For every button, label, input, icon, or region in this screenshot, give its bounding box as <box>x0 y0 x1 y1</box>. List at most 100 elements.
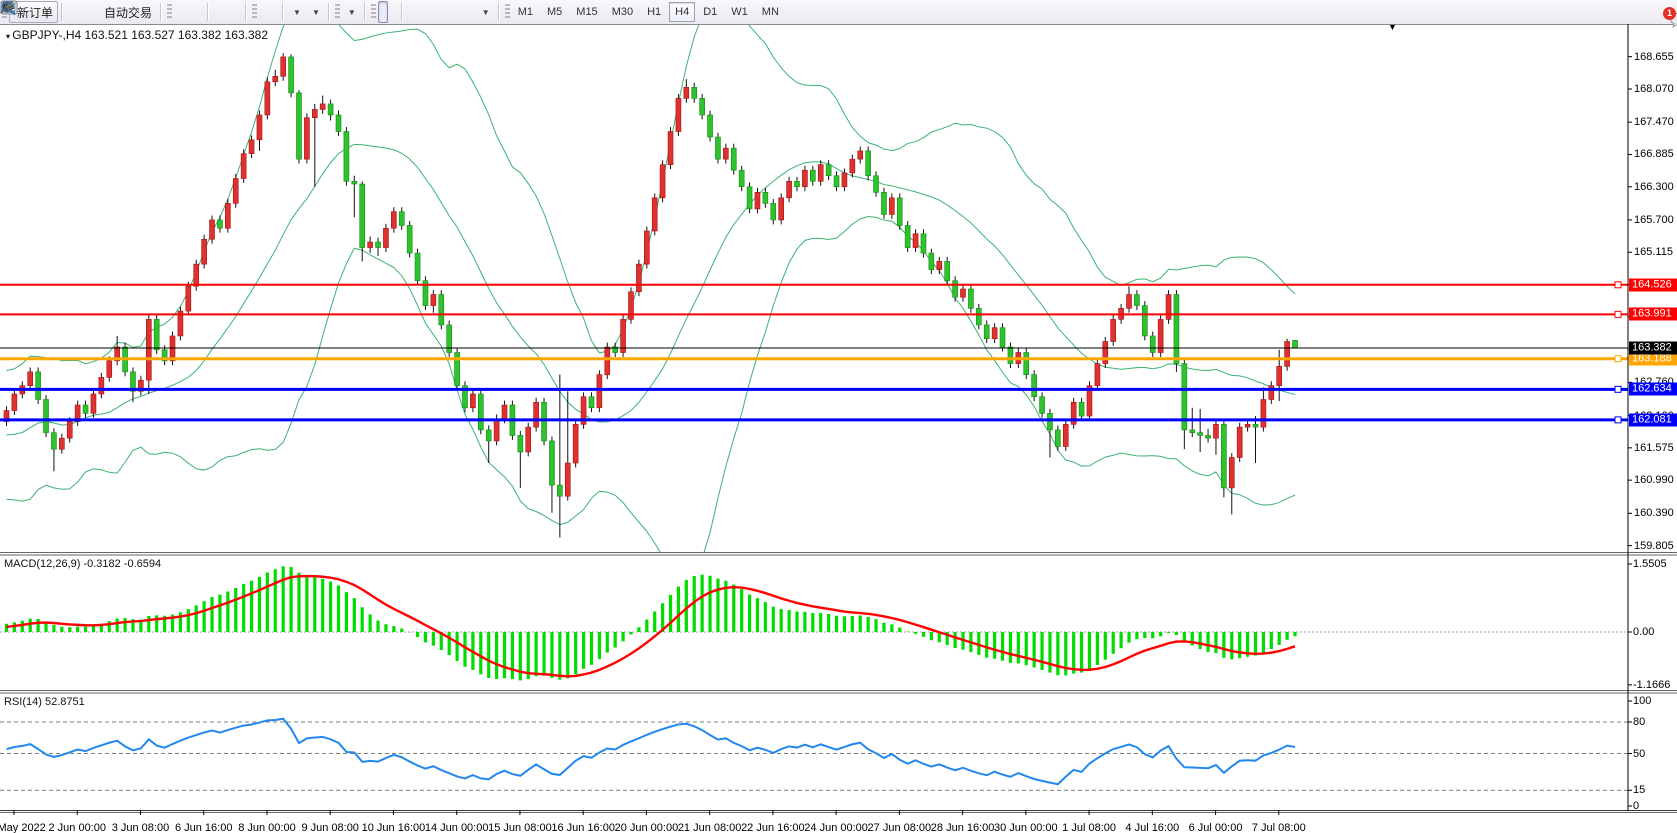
price-tick-label: 160.990 <box>1634 474 1674 486</box>
candle <box>549 441 554 485</box>
candle <box>589 397 594 408</box>
candle <box>961 289 966 297</box>
candle <box>747 187 752 209</box>
candle <box>281 57 286 76</box>
scroll-end-marker-icon[interactable]: ▼ <box>1388 22 1397 32</box>
candle <box>28 372 33 386</box>
candle <box>897 198 902 226</box>
candle <box>976 308 981 325</box>
candle <box>573 424 578 463</box>
candle <box>518 435 523 452</box>
candle <box>921 234 926 253</box>
price-tick-label: 160.390 <box>1634 507 1674 519</box>
candle <box>210 220 215 239</box>
candle <box>1285 341 1290 366</box>
candle <box>312 109 317 117</box>
candle <box>755 192 760 209</box>
time-axis-label: 27 Jun 08:00 <box>868 822 932 833</box>
candle <box>376 242 381 248</box>
rsi-indicator-label: RSI(14) 52.8751 <box>4 696 85 708</box>
chart-title: ▾ GBPJPY-,H4 163.521 163.527 163.382 163… <box>6 28 268 42</box>
candle <box>1040 397 1045 414</box>
candle <box>1166 295 1171 320</box>
time-axis-label: 20 Jun 00:00 <box>615 822 679 833</box>
time-axis-label: 9 Jun 08:00 <box>301 822 359 833</box>
candle <box>1111 319 1116 341</box>
candle <box>233 178 238 203</box>
candle <box>802 170 807 187</box>
candle <box>225 203 230 228</box>
time-axis-label: 8 Jun 00:00 <box>238 822 296 833</box>
candle <box>818 165 823 182</box>
rsi-tick-label: 15 <box>1633 784 1645 796</box>
price-tick-label: 166.885 <box>1634 148 1674 160</box>
candle <box>486 430 491 441</box>
candle <box>597 375 602 408</box>
macd-indicator-label: MACD(12,26,9) -0.3182 -0.6594 <box>4 558 161 570</box>
candle <box>684 87 689 98</box>
candle <box>1024 353 1029 375</box>
candle <box>296 93 301 159</box>
candle <box>1008 347 1013 364</box>
hline-price-box: 164.526 <box>1629 278 1677 291</box>
candle <box>431 295 436 306</box>
time-axis-label: 14 Jun 00:00 <box>425 822 489 833</box>
candle <box>937 261 942 269</box>
price-tick-label: 168.655 <box>1634 51 1674 63</box>
candle <box>779 198 784 220</box>
price-tick-label: 165.700 <box>1634 214 1674 226</box>
candle <box>1293 340 1298 348</box>
candle <box>992 328 997 339</box>
candle <box>194 264 199 286</box>
time-axis-label: 1 Jul 08:00 <box>1062 822 1116 833</box>
time-axis-label: 4 Jul 16:00 <box>1125 822 1179 833</box>
candle <box>1253 424 1258 427</box>
chart-canvas[interactable] <box>0 0 1677 833</box>
candle <box>470 394 475 408</box>
candle <box>1229 458 1234 488</box>
candle <box>289 57 294 93</box>
macd-tick-label: 1.5505 <box>1633 558 1667 570</box>
candle <box>154 319 159 349</box>
candle <box>763 192 768 203</box>
candle <box>929 253 934 270</box>
candle <box>1261 399 1266 427</box>
price-tick-label: 159.805 <box>1634 540 1674 552</box>
candle <box>968 289 973 308</box>
time-axis-label: 31 May 2022 <box>0 822 46 833</box>
candle <box>723 148 728 159</box>
candle <box>984 325 989 339</box>
candle <box>352 181 357 184</box>
price-tick-label: 168.070 <box>1634 83 1674 95</box>
time-axis-label: 16 Jun 16:00 <box>551 822 615 833</box>
candle <box>542 402 547 441</box>
time-axis-label: 10 Jun 16:00 <box>362 822 426 833</box>
candle <box>12 394 17 411</box>
time-axis-label: 6 Jun 16:00 <box>175 822 233 833</box>
candle <box>1063 424 1068 446</box>
candle <box>1150 336 1155 353</box>
candle <box>668 132 673 165</box>
candle <box>1221 424 1226 488</box>
time-axis-label: 2 Jun 00:00 <box>48 822 106 833</box>
candle <box>502 405 507 419</box>
candle <box>1079 402 1084 416</box>
candle <box>257 115 262 140</box>
candle <box>858 151 863 159</box>
candle <box>391 212 396 229</box>
candle <box>1237 427 1242 457</box>
candle <box>700 98 705 115</box>
candle <box>787 181 792 198</box>
candle <box>1277 366 1282 385</box>
time-axis-label: 21 Jun 08:00 <box>678 822 742 833</box>
candle <box>439 295 444 325</box>
candle <box>565 463 570 496</box>
candle <box>91 394 96 413</box>
candle <box>945 261 950 280</box>
candle <box>795 181 800 187</box>
candle <box>415 253 420 281</box>
macd-tick-label: 0.00 <box>1633 626 1654 638</box>
candle <box>1055 430 1060 447</box>
candle <box>1095 364 1100 386</box>
candle <box>881 192 886 214</box>
